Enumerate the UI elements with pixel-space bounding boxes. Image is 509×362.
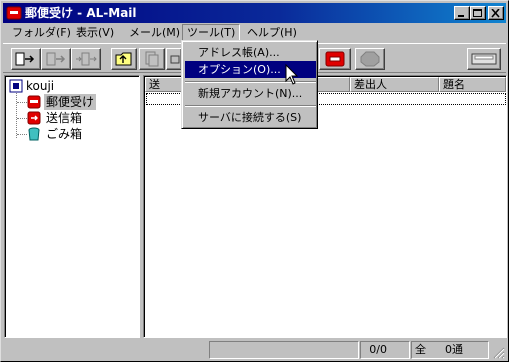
tree-folder-label: 郵便受け	[44, 94, 97, 110]
mail-tray-icon	[471, 53, 497, 65]
print-button[interactable]	[166, 48, 182, 70]
copy-button[interactable]	[139, 48, 165, 70]
tree-folder-label: 送信箱	[46, 111, 83, 125]
trash-icon	[28, 127, 40, 141]
close-button[interactable]	[488, 6, 504, 20]
menu-separator	[185, 105, 316, 107]
title-bar[interactable]: 郵便受け - AL-Mail	[3, 3, 506, 23]
minimize-icon	[458, 15, 464, 17]
copy-icon	[145, 51, 159, 67]
mailbox-button[interactable]	[319, 48, 351, 70]
status-count: 0/0	[360, 341, 410, 359]
minimize-button[interactable]	[454, 6, 470, 20]
tree-connector	[17, 134, 27, 135]
tree-folder-label: ごみ箱	[46, 127, 83, 141]
print-icon	[170, 55, 180, 64]
menu-view[interactable]: 表示(V)	[72, 24, 118, 41]
column-subject[interactable]: 題名	[439, 77, 506, 92]
forward-icon	[46, 52, 66, 66]
new-account-button[interactable]	[467, 48, 501, 70]
maximize-icon	[473, 9, 482, 17]
account-icon	[9, 79, 23, 93]
status-bar: 0/0 全 0通	[3, 340, 506, 360]
mailbox-icon	[6, 6, 22, 20]
status-total-value: 0通	[445, 343, 463, 356]
forward-button[interactable]	[41, 48, 71, 70]
menu-item-connect-server[interactable]: サーバに接続する(S)	[185, 109, 316, 126]
tree-account-label: kouji	[26, 79, 55, 93]
status-panel-main	[209, 341, 359, 359]
close-icon	[491, 9, 500, 18]
up-folder-button[interactable]	[111, 48, 137, 70]
move-button[interactable]	[71, 48, 101, 70]
receive-button[interactable]	[11, 48, 41, 70]
resize-grip-icon[interactable]	[493, 347, 505, 359]
status-total-label: 全	[415, 343, 426, 356]
mailbox-icon	[325, 51, 345, 67]
mouse-pointer-icon	[285, 64, 299, 85]
tree-connector	[17, 118, 27, 119]
folder-tree: kouji 郵便受け 送信箱 ごみ箱	[4, 75, 140, 338]
window-title: 郵便受け - AL-Mail	[25, 6, 137, 20]
menu-help[interactable]: ヘルプ(H)	[243, 24, 301, 41]
outbox-icon	[27, 111, 41, 125]
tree-connector	[17, 102, 27, 103]
mailbox-icon	[27, 95, 41, 109]
up-folder-icon	[115, 52, 132, 66]
stop-button[interactable]	[355, 48, 385, 70]
receive-arrow-icon	[15, 52, 35, 66]
menu-item-new-account[interactable]: 新規アカウント(N)...	[185, 85, 316, 102]
move-icon	[76, 52, 97, 66]
column-sender[interactable]: 差出人	[350, 77, 439, 92]
menu-tools[interactable]: ツール(T)	[182, 24, 241, 41]
menu-folder[interactable]: フォルダ(F)	[8, 24, 75, 41]
menu-mail[interactable]: メール(M)	[125, 24, 184, 41]
status-total: 全 0通	[411, 341, 489, 359]
menu-item-address-book[interactable]: アドレス帳(A)...	[185, 44, 316, 61]
maximize-button[interactable]	[470, 6, 486, 20]
stop-icon	[360, 51, 380, 67]
tree-connector	[16, 93, 17, 138]
